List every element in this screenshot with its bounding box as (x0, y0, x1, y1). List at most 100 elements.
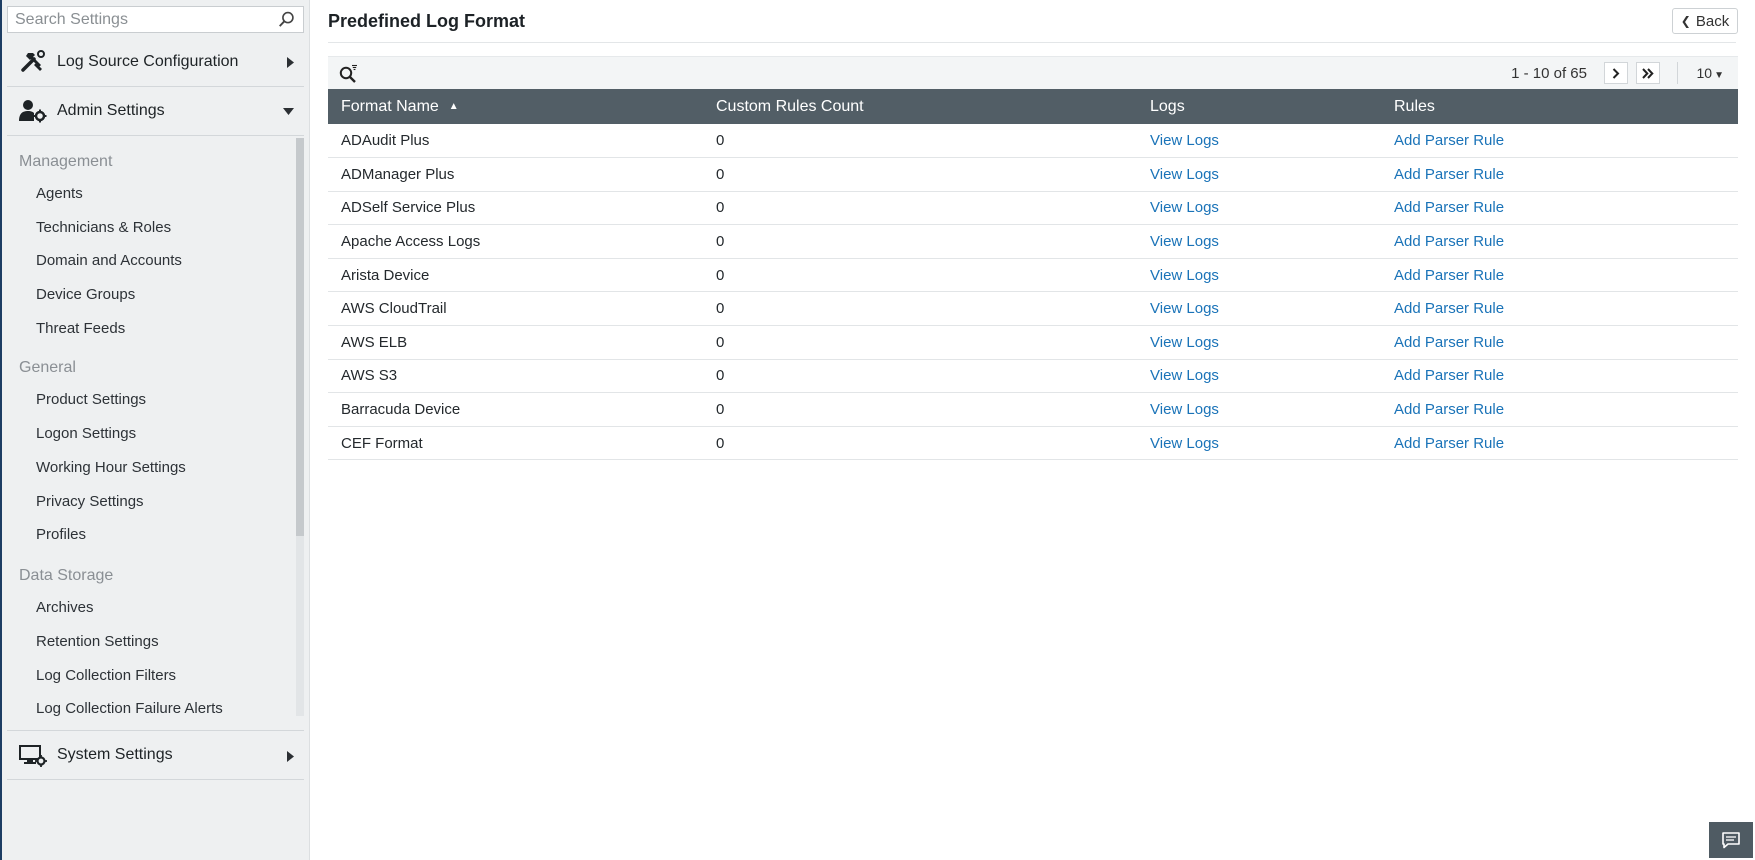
user-gear-icon (18, 98, 48, 124)
custom-rules-count-cell: 0 (716, 300, 725, 318)
custom-rules-count-cell: 0 (716, 132, 725, 150)
add-parser-rule-link[interactable]: Add Parser Rule (1381, 292, 1738, 326)
chevron-left-icon: ❮ (1680, 14, 1691, 28)
group-title-data-storage: Data Storage (19, 567, 114, 584)
view-logs-link[interactable]: View Logs (1137, 225, 1381, 259)
search-filter-icon[interactable] (338, 64, 358, 84)
menu-item-device-groups[interactable]: Device Groups (36, 286, 135, 303)
table-row: AWS ELB 0 View Logs Add Parser Rule (328, 326, 1738, 360)
format-name-cell: ADSelf Service Plus (341, 199, 476, 217)
menu-item-technicians-roles[interactable]: Technicians & Roles (36, 219, 171, 236)
format-name-cell: Arista Device (341, 266, 430, 284)
menu-item-privacy-settings[interactable]: Privacy Settings (36, 493, 144, 510)
admin-settings-menu[interactable]: Management Agents Technicians & Roles Do… (7, 138, 304, 716)
section-admin-settings[interactable]: Admin Settings (7, 86, 304, 136)
section-log-source-configuration[interactable]: Log Source Configuration (7, 37, 304, 87)
column-header-label: Format Name (341, 97, 439, 115)
add-parser-rule-link[interactable]: Add Parser Rule (1381, 426, 1738, 460)
caret-down-icon (283, 108, 294, 115)
custom-rules-count-cell: 0 (716, 165, 725, 183)
menu-item-working-hour-settings[interactable]: Working Hour Settings (36, 459, 186, 476)
custom-rules-count-cell: 0 (716, 333, 725, 351)
view-logs-link[interactable]: View Logs (1137, 426, 1381, 460)
format-name-cell: Apache Access Logs (341, 233, 481, 251)
back-button[interactable]: ❮ Back (1672, 8, 1738, 34)
menu-item-threat-feeds[interactable]: Threat Feeds (36, 320, 125, 337)
chat-icon (1722, 832, 1740, 849)
view-logs-link[interactable]: View Logs (1137, 326, 1381, 360)
rows-per-page-select[interactable]: 10 ▼ (1697, 65, 1724, 81)
table-row: AWS CloudTrail 0 View Logs Add Parser Rule (328, 292, 1738, 326)
view-logs-link[interactable]: View Logs (1137, 393, 1381, 427)
menu-item-retention-settings[interactable]: Retention Settings (36, 633, 159, 650)
view-logs-link[interactable]: View Logs (1137, 191, 1381, 225)
menu-item-domain-and-accounts[interactable]: Domain and Accounts (36, 252, 182, 269)
caret-right-icon (287, 57, 294, 68)
settings-search-input[interactable] (8, 7, 268, 32)
column-header-custom-rules-count[interactable]: Custom Rules Count (703, 89, 1137, 124)
settings-search[interactable] (7, 6, 304, 33)
format-name-cell: ADManager Plus (341, 165, 455, 183)
settings-sidebar: Log Source Configuration Admin Settings … (0, 0, 310, 860)
add-parser-rule-link[interactable]: Add Parser Rule (1381, 393, 1738, 427)
scrollbar-thumb[interactable] (296, 138, 304, 536)
chevron-right-icon (1612, 67, 1620, 79)
sidebar-scrollbar[interactable] (296, 138, 304, 716)
add-parser-rule-link[interactable]: Add Parser Rule (1381, 359, 1738, 393)
view-logs-link[interactable]: View Logs (1137, 124, 1381, 158)
log-format-table: Format Name ▲ Custom Rules Count Logs Rul… (328, 89, 1738, 460)
table-row: CEF Format 0 View Logs Add Parser Rule (328, 426, 1738, 460)
double-chevron-right-icon (1642, 67, 1654, 79)
menu-item-profiles[interactable]: Profiles (36, 526, 86, 543)
rows-per-page-value: 10 (1696, 65, 1713, 81)
monitor-gear-icon (18, 742, 48, 768)
menu-item-agents[interactable]: Agents (36, 185, 83, 202)
section-label: Admin Settings (57, 101, 165, 119)
table-row: AWS S3 0 View Logs Add Parser Rule (328, 359, 1738, 393)
view-logs-link[interactable]: View Logs (1137, 158, 1381, 192)
add-parser-rule-link[interactable]: Add Parser Rule (1381, 258, 1738, 292)
table-header-row: Format Name ▲ Custom Rules Count Logs Rul… (328, 89, 1738, 124)
column-header-format-name[interactable]: Format Name ▲ (328, 89, 703, 124)
main-content: Predefined Log Format ❮ Back 1 - 10 of 6… (310, 0, 1755, 860)
group-title-general: General (19, 359, 76, 376)
add-parser-rule-link[interactable]: Add Parser Rule (1381, 225, 1738, 259)
chat-button[interactable] (1709, 822, 1753, 858)
sidebar-edge (0, 0, 2, 860)
table-row: Apache Access Logs 0 View Logs Add Parser R… (328, 225, 1738, 259)
add-parser-rule-link[interactable]: Add Parser Rule (1381, 158, 1738, 192)
table-row: Barracuda Device 0 View Logs Add Parser Rul… (328, 393, 1738, 427)
pager-divider (1677, 62, 1678, 84)
menu-item-product-settings[interactable]: Product Settings (36, 391, 146, 408)
view-logs-link[interactable]: View Logs (1137, 292, 1381, 326)
add-parser-rule-link[interactable]: Add Parser Rule (1381, 326, 1738, 360)
section-system-settings[interactable]: System Settings (7, 730, 304, 780)
section-label: System Settings (57, 746, 173, 763)
add-parser-rule-link[interactable]: Add Parser Rule (1381, 191, 1738, 225)
menu-item-logon-settings[interactable]: Logon Settings (36, 425, 136, 442)
back-label: Back (1695, 12, 1730, 30)
menu-item-archives[interactable]: Archives (36, 599, 94, 616)
menu-item-log-collection-failure-alerts[interactable]: Log Collection Failure Alerts (36, 700, 223, 716)
custom-rules-count-cell: 0 (716, 367, 725, 385)
format-name-cell: Barracuda Device (341, 401, 461, 419)
add-parser-rule-link[interactable]: Add Parser Rule (1381, 124, 1738, 158)
table-row: ADAudit Plus 0 View Logs Add Parser Rule (328, 124, 1738, 158)
next-page-button[interactable] (1604, 62, 1628, 84)
caret-right-icon (287, 751, 294, 762)
format-name-cell: AWS CloudTrail (341, 300, 447, 318)
menu-item-log-collection-filters[interactable]: Log Collection Filters (36, 667, 176, 684)
view-logs-link[interactable]: View Logs (1137, 258, 1381, 292)
custom-rules-count-cell: 0 (716, 266, 725, 284)
section-label: Log Source Configuration (57, 52, 239, 70)
view-logs-link[interactable]: View Logs (1137, 359, 1381, 393)
custom-rules-count-cell: 0 (716, 233, 725, 251)
table-row: ADManager Plus 0 View Logs Add Parser Rule (328, 158, 1738, 192)
format-name-cell: AWS ELB (341, 333, 408, 351)
tools-icon (18, 49, 48, 75)
column-header-rules[interactable]: Rules (1381, 89, 1738, 124)
search-icon[interactable] (278, 11, 295, 28)
format-name-cell: CEF Format (341, 434, 423, 452)
last-page-button[interactable] (1636, 62, 1660, 84)
column-header-logs[interactable]: Logs (1137, 89, 1381, 124)
